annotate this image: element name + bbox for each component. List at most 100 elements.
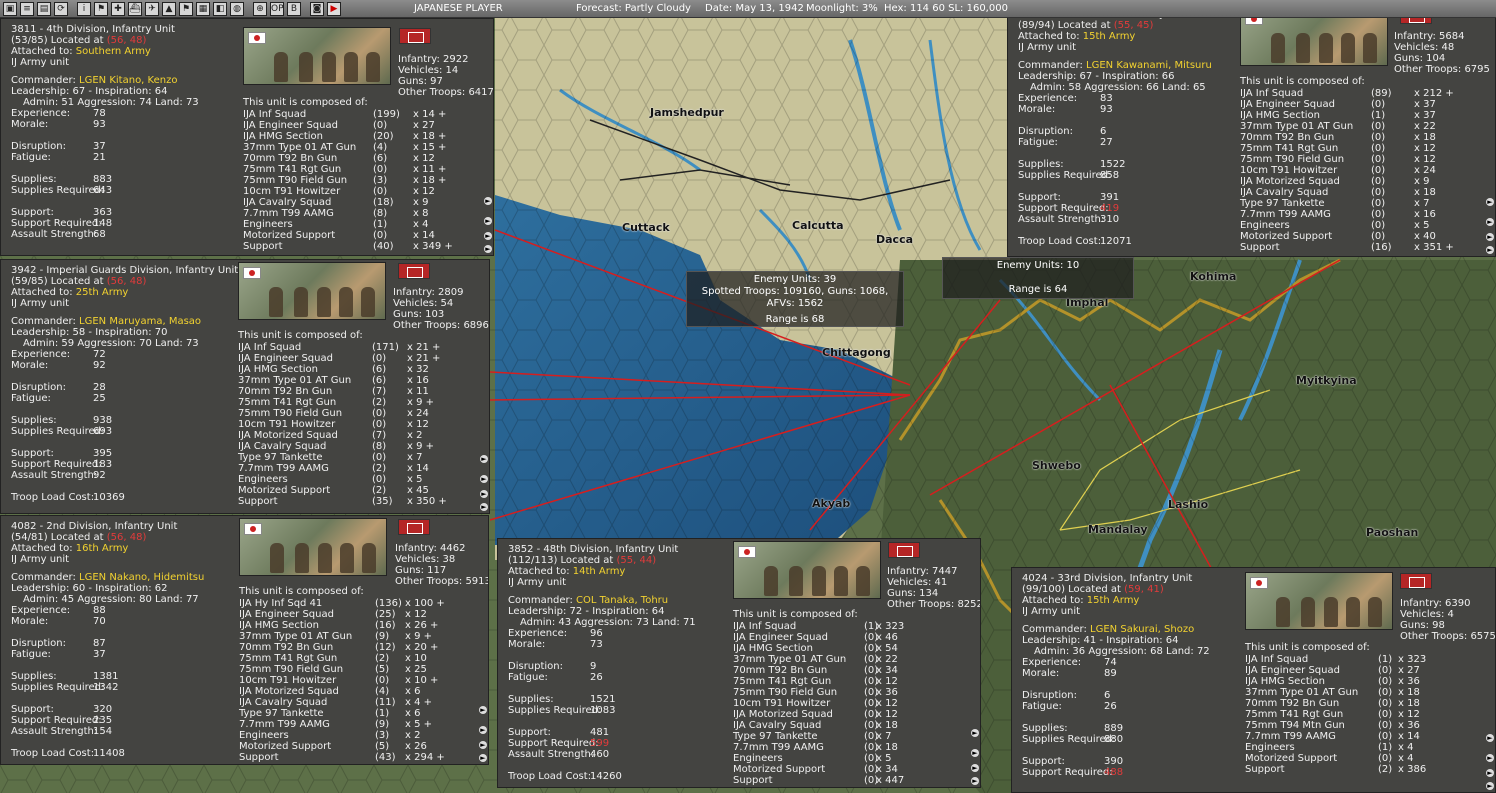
arrow-right-icon[interactable]: ► — [1486, 769, 1494, 777]
location-link[interactable]: (56, 48) — [107, 35, 147, 46]
commander-link[interactable]: LGEN Kitano, Kenzo — [79, 75, 177, 86]
arrow-right-icon[interactable]: ► — [1486, 198, 1494, 206]
bat-icon[interactable]: B — [287, 1, 301, 16]
city-paoshan[interactable]: Paoshan — [1366, 526, 1418, 539]
settings-icon[interactable]: ▣ — [3, 1, 17, 16]
arrow-right-icon[interactable]: ► — [480, 455, 488, 463]
hq-link[interactable]: 16th Army — [76, 543, 129, 554]
city-cuttack[interactable]: Cuttack — [622, 221, 670, 234]
arrow-right-icon[interactable]: ► — [479, 754, 487, 762]
city-myitkyina[interactable]: Myitkyina — [1296, 374, 1357, 387]
location-link[interactable]: (56, 48) — [107, 276, 147, 287]
stat-label: Supplies: — [1022, 723, 1068, 734]
arrow-right-icon[interactable]: ► — [971, 764, 979, 772]
zoom-icon[interactable]: ⊕ — [253, 1, 267, 16]
arrow-right-icon[interactable]: ► — [1486, 218, 1494, 226]
city-jamshedpur[interactable]: Jamshedpur — [650, 106, 724, 119]
mail-envelope-icon[interactable] — [399, 28, 431, 44]
commander-link[interactable]: COL Tanaka, Tohru — [576, 595, 668, 606]
device-name: 75mm T41 Rgt Gun — [733, 676, 832, 687]
arrow-right-icon[interactable]: ► — [1486, 754, 1494, 762]
commander-link[interactable]: LGEN Sakurai, Shozo — [1090, 624, 1194, 635]
hq-link[interactable]: 25th Army — [76, 287, 129, 298]
commander-link[interactable]: LGEN Kawanami, Mitsuru — [1086, 60, 1212, 71]
device-count: x 9 + — [407, 397, 435, 408]
commander-label: Commander: — [1022, 624, 1091, 635]
stat-row: Assault Strength: — [1018, 214, 1104, 225]
hq-link[interactable]: 15th Army — [1087, 595, 1140, 606]
save-icon[interactable]: ▤ — [37, 1, 51, 16]
report-icon[interactable]: ≡ — [20, 1, 34, 16]
mail-envelope-icon[interactable] — [398, 519, 430, 535]
city-shwebo[interactable]: Shwebo — [1032, 459, 1081, 472]
city-kohima[interactable]: Kohima — [1190, 270, 1236, 283]
city-lashio[interactable]: Lashio — [1168, 498, 1208, 511]
device-count: x 6 — [405, 686, 421, 697]
op-icon[interactable]: OP — [270, 1, 284, 16]
mail-envelope-icon[interactable] — [398, 263, 430, 279]
unit-icon[interactable]: ✚ — [111, 1, 125, 16]
device-count: x 12 — [413, 153, 435, 164]
device-count: x 14 — [1398, 731, 1420, 742]
location-link[interactable]: (55, 45) — [1114, 20, 1154, 31]
end-turn-icon[interactable]: ▶ — [327, 1, 341, 16]
composition-row: 37mm Type 01 AT Gun (6) x 16 — [238, 375, 467, 386]
unit-info-panel[interactable]: 3778 - 14th Division, Infantry Unit(89/9… — [1007, 3, 1496, 257]
city-calcutta[interactable]: Calcutta — [792, 219, 844, 232]
arrow-right-icon[interactable]: ► — [479, 741, 487, 749]
flag-icon[interactable]: ⚑ — [179, 1, 193, 16]
arrow-right-icon[interactable]: ► — [480, 475, 488, 483]
arrow-right-icon[interactable]: ► — [479, 726, 487, 734]
device-count: x 8 — [413, 208, 429, 219]
location-link[interactable]: (59, 41) — [1124, 584, 1164, 595]
arrow-right-icon[interactable]: ► — [479, 706, 487, 714]
air-icon[interactable]: ✈ — [145, 1, 159, 16]
unit-info-panel[interactable]: 4024 - 33rd Division, Infantry Unit (99/1… — [1011, 567, 1496, 793]
city-dacca[interactable]: Dacca — [876, 233, 913, 246]
mail-envelope-icon[interactable] — [1400, 573, 1432, 589]
unit-info-panel[interactable]: 4082 - 2nd Division, Infantry Unit (54/81… — [0, 515, 489, 765]
map-icon[interactable]: ◧ — [213, 1, 227, 16]
city-akyab[interactable]: Akyab — [812, 497, 850, 510]
arrow-right-icon[interactable]: ► — [480, 490, 488, 498]
location-link[interactable]: (55, 44) — [617, 555, 657, 566]
arrow-right-icon[interactable]: ► — [484, 245, 492, 253]
ship-icon[interactable]: ⛴ — [128, 1, 142, 16]
stat-value: 11408 — [93, 748, 125, 759]
arrow-right-icon[interactable]: ► — [484, 217, 492, 225]
camera-icon[interactable]: ◙ — [310, 1, 324, 16]
arrow-right-icon[interactable]: ► — [1486, 233, 1494, 241]
base-icon[interactable]: ▲ — [162, 1, 176, 16]
turn-icon[interactable]: ⟳ — [54, 1, 68, 16]
hq-link[interactable]: Southern Army — [76, 46, 151, 57]
arrow-right-icon[interactable]: ► — [971, 777, 979, 785]
stat-label: Support: — [1018, 192, 1061, 203]
arrow-right-icon[interactable]: ► — [484, 197, 492, 205]
stat-row: Supplies: — [508, 694, 554, 705]
commander-link[interactable]: LGEN Nakano, Hidemitsu — [79, 572, 204, 583]
device-count: x 9 + — [405, 631, 433, 642]
arrow-right-icon[interactable]: ► — [971, 749, 979, 757]
chart-icon[interactable]: ▦ — [196, 1, 210, 16]
city-mandalay[interactable]: Mandalay — [1088, 523, 1148, 536]
arrow-right-icon[interactable]: ► — [1486, 734, 1494, 742]
mail-envelope-icon[interactable] — [888, 542, 920, 558]
flag-icon[interactable]: ⚑ — [94, 1, 108, 16]
unit-info-panel[interactable]: 3811 - 4th Division, Infantry Unit (53/85… — [0, 18, 494, 256]
unit-info-panel[interactable]: 3852 - 48th Division, Infantry Unit (112/… — [497, 538, 981, 788]
info-icon[interactable]: i — [77, 1, 91, 16]
arrow-right-icon[interactable]: ► — [1486, 246, 1494, 254]
arrow-right-icon[interactable]: ► — [480, 503, 488, 511]
topbar-forecast: Forecast: Partly Cloudy — [576, 3, 691, 14]
commander-link[interactable]: LGEN Maruyama, Masao — [79, 316, 201, 327]
arrow-right-icon[interactable]: ► — [971, 729, 979, 737]
hq-link[interactable]: 15th Army — [1083, 31, 1136, 42]
globe-icon[interactable]: ◍ — [230, 1, 244, 16]
arrow-right-icon[interactable]: ► — [484, 232, 492, 240]
location-link[interactable]: (56, 48) — [107, 532, 147, 543]
soldier-figure — [1324, 597, 1338, 627]
city-chittagong[interactable]: Chittagong — [822, 346, 891, 359]
arrow-right-icon[interactable]: ► — [1486, 782, 1494, 790]
hq-link[interactable]: 14th Army — [573, 566, 626, 577]
unit-info-panel[interactable]: 3942 - Imperial Guards Division, Infantr… — [0, 259, 490, 514]
